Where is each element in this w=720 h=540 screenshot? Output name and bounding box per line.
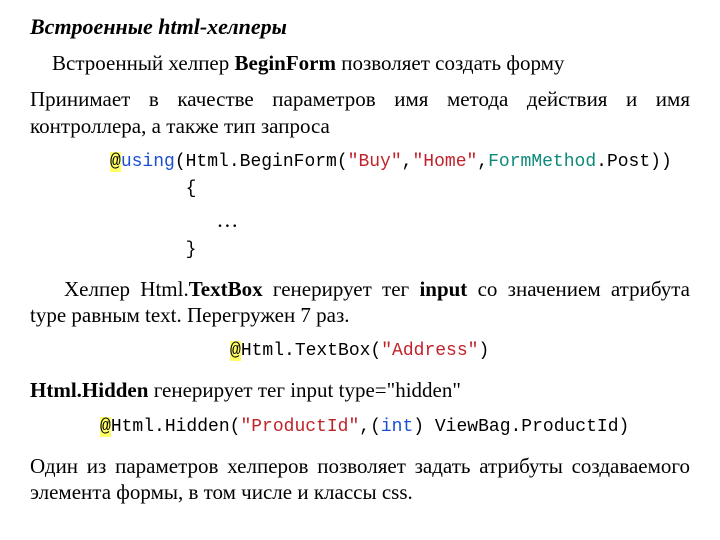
text: генерирует тег xyxy=(263,277,420,301)
code-brace: } xyxy=(186,240,197,260)
text-bold: TextBox xyxy=(189,277,263,301)
code-type: FormMethod xyxy=(488,152,596,172)
code-at: @ xyxy=(230,341,241,361)
code-string: "Buy" xyxy=(348,152,402,172)
paragraph-attrs: Один из параметров хелперов позволяет за… xyxy=(30,453,690,506)
code-at: @ xyxy=(100,417,111,437)
text-bold: input xyxy=(419,277,467,301)
code-text: , xyxy=(402,152,413,172)
code-text: .Post)) xyxy=(596,152,672,172)
code-hidden: @Html.Hidden("ProductId",(int) ViewBag.P… xyxy=(100,414,690,441)
code-string: "ProductId" xyxy=(240,417,359,437)
code-brace: { xyxy=(186,179,197,199)
paragraph-params: Принимает в качестве параметров имя мето… xyxy=(30,86,690,139)
code-string: "Address" xyxy=(381,341,478,361)
text-bold: Html.Hidden xyxy=(30,378,148,402)
code-string: "Home" xyxy=(412,152,477,172)
text: Хелпер Html. xyxy=(64,277,189,301)
code-ellipsis: … xyxy=(196,207,238,232)
page-heading: Встроенные html-хелперы xyxy=(30,14,690,40)
paragraph-textbox: Хелпер Html.TextBox генерирует тег input… xyxy=(30,276,690,329)
code-text: ,( xyxy=(359,417,381,437)
code-beginform: @using(Html.BeginForm("Buy","Home",FormM… xyxy=(110,149,690,264)
paragraph-hidden: Html.Hidden генерирует тег input type="h… xyxy=(30,377,690,403)
code-text: Html.Hidden( xyxy=(111,417,241,437)
code-keyword: using xyxy=(121,152,175,172)
code-keyword: int xyxy=(381,417,413,437)
code-at: @ xyxy=(110,152,121,172)
code-text: ) xyxy=(478,341,489,361)
text-bold: BeginForm xyxy=(235,51,336,75)
text: позволяет создать форму xyxy=(336,51,564,75)
code-text: , xyxy=(477,152,488,172)
text: генерирует тег input type="hidden" xyxy=(148,378,460,402)
code-text: Html.TextBox( xyxy=(241,341,381,361)
document-page: Встроенные html-хелперы Встроенный хелпе… xyxy=(0,0,720,505)
code-text: ) ViewBag.ProductId) xyxy=(413,417,629,437)
paragraph-intro: Встроенный хелпер BeginForm позволяет со… xyxy=(30,50,690,76)
text: Встроенный хелпер xyxy=(52,51,235,75)
code-text: (Html.BeginForm( xyxy=(175,152,348,172)
code-textbox: @Html.TextBox("Address") xyxy=(230,338,690,365)
